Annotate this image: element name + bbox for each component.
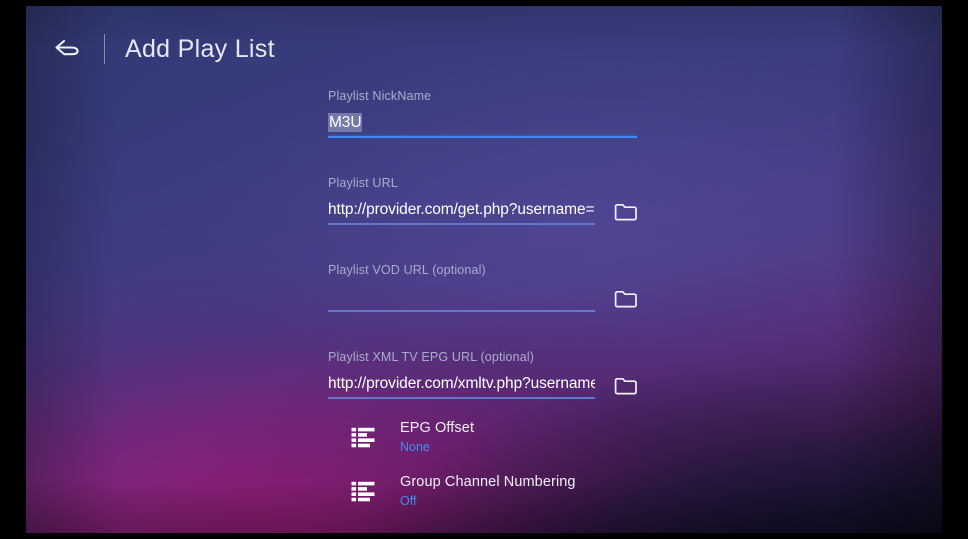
playlist-nickname-underline bbox=[328, 136, 637, 138]
field-playlist-vod-url: Playlist VOD URL (optional) bbox=[328, 262, 688, 312]
folder-icon bbox=[614, 289, 638, 309]
playlist-url-input[interactable]: http://provider.com/get.php?username=11' bbox=[328, 197, 595, 225]
screen-frame: Add Play List Playlist NickName M3U Play… bbox=[0, 0, 968, 539]
playlist-url-browse-button[interactable] bbox=[613, 201, 639, 223]
playlist-nickname-input[interactable]: M3U bbox=[328, 110, 637, 138]
folder-icon bbox=[614, 202, 638, 222]
group-channel-numbering-icon-wrap bbox=[350, 480, 376, 502]
field-row-nickname: M3U bbox=[328, 110, 688, 138]
epg-offset-value: None bbox=[400, 439, 474, 455]
field-label-epg-url: Playlist XML TV EPG URL (optional) bbox=[328, 349, 688, 365]
playlist-form: Playlist NickName M3U Playlist URL http:… bbox=[328, 88, 688, 515]
list-settings-icon bbox=[351, 481, 375, 502]
playlist-epg-url-value: http://provider.com/xmltv.php?username=1 bbox=[328, 374, 595, 393]
field-playlist-nickname: Playlist NickName M3U bbox=[328, 88, 688, 138]
folder-icon bbox=[614, 376, 638, 396]
group-channel-numbering-text: Group Channel Numbering Off bbox=[400, 473, 576, 509]
playlist-vod-url-browse-button[interactable] bbox=[613, 288, 639, 310]
option-row-group-channel-numbering[interactable]: Group Channel Numbering Off bbox=[328, 467, 688, 515]
playlist-nickname-value: M3U bbox=[328, 113, 362, 132]
field-row-epg-url: http://provider.com/xmltv.php?username=1 bbox=[328, 371, 688, 399]
playlist-epg-url-browse-button[interactable] bbox=[613, 375, 639, 397]
playlist-url-value: http://provider.com/get.php?username=11' bbox=[328, 200, 595, 219]
field-label-playlist-url: Playlist URL bbox=[328, 175, 688, 191]
field-row-playlist-url: http://provider.com/get.php?username=11' bbox=[328, 197, 688, 225]
header-bar: Add Play List bbox=[26, 6, 942, 92]
playlist-vod-url-input[interactable] bbox=[328, 284, 595, 312]
playlist-url-underline bbox=[328, 223, 595, 225]
playlist-epg-url-underline bbox=[328, 397, 595, 399]
back-button[interactable] bbox=[46, 27, 90, 71]
list-settings-icon bbox=[351, 427, 375, 448]
epg-offset-text: EPG Offset None bbox=[400, 419, 474, 455]
option-row-epg-offset[interactable]: EPG Offset None bbox=[328, 413, 688, 461]
field-playlist-epg-url: Playlist XML TV EPG URL (optional) http:… bbox=[328, 349, 688, 399]
undo-arrow-icon bbox=[53, 36, 83, 62]
playlist-epg-url-input[interactable]: http://provider.com/xmltv.php?username=1 bbox=[328, 371, 595, 399]
field-row-vod-url bbox=[328, 284, 688, 312]
header-divider bbox=[104, 34, 105, 64]
field-playlist-url: Playlist URL http://provider.com/get.php… bbox=[328, 175, 688, 225]
group-channel-numbering-value: Off bbox=[400, 493, 576, 509]
epg-offset-icon-wrap bbox=[350, 426, 376, 448]
epg-offset-title: EPG Offset bbox=[400, 419, 474, 437]
field-label-vod-url: Playlist VOD URL (optional) bbox=[328, 262, 688, 278]
group-channel-numbering-title: Group Channel Numbering bbox=[400, 473, 576, 491]
app-surface: Add Play List Playlist NickName M3U Play… bbox=[26, 6, 942, 533]
page-title: Add Play List bbox=[125, 35, 275, 64]
playlist-vod-url-underline bbox=[328, 310, 595, 312]
